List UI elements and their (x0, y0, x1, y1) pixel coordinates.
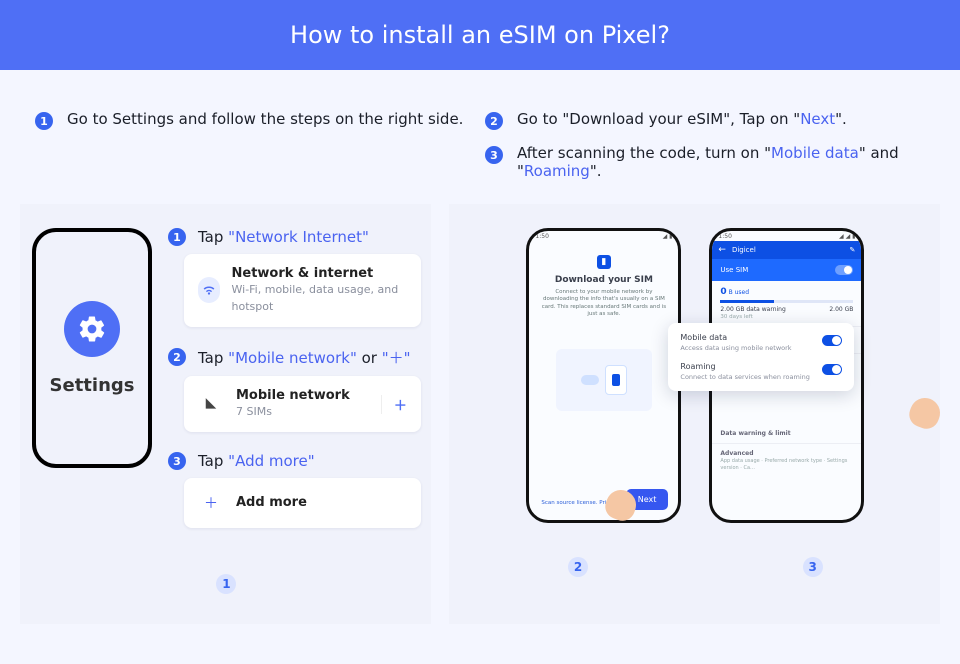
step-3: 3 Tap "Add more" ＋ Add more (168, 452, 421, 528)
sim-chip-icon (605, 365, 627, 395)
instruction-2: 2 Go to "Download your eSIM", Tap on "Ne… (485, 110, 940, 130)
settings-phone: Settings (32, 228, 152, 468)
instruction-left: 1 Go to Settings and follow the steps on… (35, 110, 465, 180)
step-3-badge: 3 (168, 452, 186, 470)
phones-wrap: 1:50 ◢ ▮ ▮ Download your SIM Connect to … (461, 228, 930, 523)
sim-icon: ▮ (597, 255, 611, 269)
use-sim-row[interactable]: Use SIM (712, 259, 861, 281)
steps-column: 1 Tap "Network Internet" Network & inter… (168, 228, 421, 548)
roaming-toggle[interactable] (822, 364, 842, 375)
instruction-2-text: Go to "Download your eSIM", Tap on "Next… (517, 110, 847, 128)
edit-icon[interactable]: ✎ (850, 246, 856, 254)
panel-step-1: Settings 1 Tap "Network Internet" (20, 204, 431, 624)
mobile-data-sub: Access data using mobile network (680, 344, 791, 352)
clock-icon: 1:50 (535, 233, 548, 239)
mobile-network-title: Mobile network (236, 388, 350, 403)
download-sim-title: Download your SIM (541, 275, 666, 285)
add-more-title: Add more (236, 495, 307, 510)
usage-row: 0 B used 2.00 GB data warning 2.00 GB 30… (712, 281, 861, 327)
step-2-highlight: "Mobile network" (228, 349, 357, 367)
instruction-1-text: Go to Settings and follow the steps on t… (67, 110, 463, 128)
mobile-network-card[interactable]: Mobile network 7 SIMs ＋ (184, 376, 421, 433)
status-bar: 1:50 ◢ ▮ (529, 231, 678, 241)
wifi-icon (198, 277, 220, 303)
roaming-label: Roaming (680, 362, 715, 371)
step-2-badge: 2 (168, 348, 186, 366)
badge-3: 3 (485, 146, 503, 164)
instruction-1: 1 Go to Settings and follow the steps on… (35, 110, 465, 130)
network-internet-title: Network & internet (232, 266, 374, 281)
mobile-network-subtitle: 7 SIMs (236, 405, 272, 418)
network-internet-card[interactable]: Network & internet Wi-Fi, mobile, data u… (184, 254, 421, 327)
status-icons: ◢ ◢ ▮ (839, 233, 855, 239)
signal-icon (198, 391, 224, 417)
carrier-title: Digicel (732, 246, 756, 254)
instruction-3-text: After scanning the code, turn on "Mobile… (517, 144, 940, 180)
data-warning-row[interactable]: Data warning & limit (712, 424, 861, 444)
mobile-data-label: Mobile data (680, 333, 727, 342)
download-sim-illustration (556, 349, 652, 411)
cloud-icon (581, 375, 599, 385)
step-2-highlight-plus: "＋" (382, 349, 411, 367)
mobile-data-highlight: Mobile data (771, 144, 859, 162)
mobile-data-overlay: Mobile data Access data using mobile net… (668, 323, 854, 391)
step-2: 2 Tap "Mobile network" or "＋" Mobile net… (168, 347, 421, 433)
instructions: 1 Go to Settings and follow the steps on… (0, 70, 960, 204)
usage-value: 0 (720, 287, 726, 297)
panels: Settings 1 Tap "Network Internet" (0, 204, 960, 664)
use-sim-label: Use SIM (720, 266, 748, 274)
status-icons: ◢ ▮ (663, 233, 673, 239)
usage-bar (720, 300, 853, 303)
panel-1-footer: 1 (32, 574, 421, 594)
panel-2-footer: 2 3 (461, 557, 930, 577)
step-1-badge: 1 (168, 228, 186, 246)
gear-icon (64, 301, 120, 357)
footer-badge-2: 2 (568, 557, 588, 577)
page-banner: How to install an eSIM on Pixel? (0, 0, 960, 70)
add-sim-plus[interactable]: ＋ (381, 395, 407, 414)
network-internet-subtitle: Wi-Fi, mobile, data usage, and hotspot (232, 283, 399, 312)
status-bar: 1:50 ◢ ◢ ▮ (712, 231, 861, 241)
add-more-card[interactable]: ＋ Add more (184, 478, 421, 528)
phone-download-sim: 1:50 ◢ ▮ ▮ Download your SIM Connect to … (526, 228, 681, 523)
clock-icon: 1:50 (718, 233, 731, 239)
phone-digicel-settings: 1:50 ◢ ◢ ▮ ← Digicel ✎ Use SIM (709, 228, 864, 523)
footer-badge-3: 3 (803, 557, 823, 577)
mobile-data-toggle[interactable] (822, 335, 842, 346)
mobile-data-row[interactable]: Mobile data Access data using mobile net… (680, 333, 842, 352)
download-sim-desc: Connect to your mobile network by downlo… (541, 289, 666, 319)
app-bar: ← Digicel ✎ (712, 241, 861, 259)
advanced-label: Advanced (720, 450, 753, 457)
panel-steps-2-3: 1:50 ◢ ▮ ▮ Download your SIM Connect to … (449, 204, 940, 624)
instruction-right: 2 Go to "Download your eSIM", Tap on "Ne… (485, 110, 940, 180)
page-title: How to install an eSIM on Pixel? (290, 21, 670, 49)
plus-icon: ＋ (198, 490, 224, 516)
step-1-highlight: "Network Internet" (228, 228, 369, 246)
step-1: 1 Tap "Network Internet" Network & inter… (168, 228, 421, 327)
data-warning-label: Data warning & limit (720, 430, 790, 437)
step-3-highlight: "Add more" (228, 452, 314, 470)
use-sim-toggle[interactable] (835, 265, 853, 275)
next-highlight: Next (800, 110, 835, 128)
advanced-row[interactable]: Advanced App data usage · Preferred netw… (712, 444, 861, 477)
settings-label: Settings (50, 375, 135, 396)
footer-badge-1: 1 (216, 574, 236, 594)
badge-2: 2 (485, 112, 503, 130)
badge-1: 1 (35, 112, 53, 130)
roaming-highlight: Roaming (524, 162, 590, 180)
instruction-3: 3 After scanning the code, turn on "Mobi… (485, 144, 940, 180)
roaming-row[interactable]: Roaming Connect to data services when ro… (680, 362, 842, 381)
back-icon[interactable]: ← (718, 245, 726, 255)
roaming-sub: Connect to data services when roaming (680, 373, 809, 381)
